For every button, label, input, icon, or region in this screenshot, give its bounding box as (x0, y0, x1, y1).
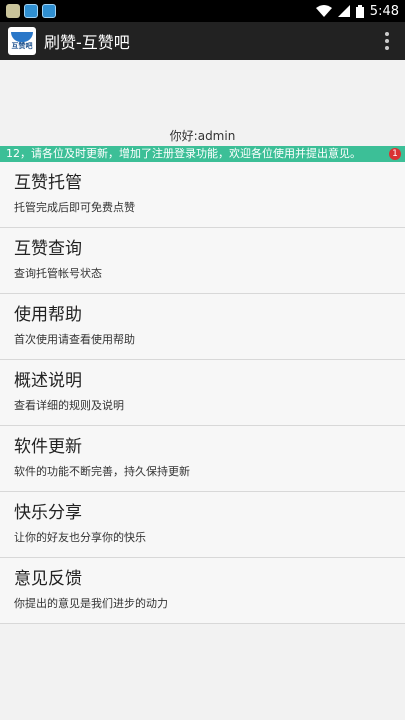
menu-item-title: 互赞托管 (14, 173, 82, 193)
menu-item-subtitle: 托管完成后即可免费点赞 (14, 201, 135, 214)
menu-item-subtitle: 查看详细的规则及说明 (14, 399, 124, 412)
menu-item-subtitle: 首次使用请查看使用帮助 (14, 333, 135, 346)
menu-item-title: 互赞查询 (14, 239, 82, 259)
main-menu: 互赞托管 托管完成后即可免费点赞 互赞查询 查询托管帐号状态 使用帮助 首次使用… (0, 162, 405, 624)
greeting-text: 你好:admin (169, 129, 236, 143)
notice-text: 12，请各位及时更新，增加了注册登录功能，欢迎各位使用并提出意见。 (6, 147, 361, 160)
overflow-menu-icon[interactable] (377, 32, 397, 50)
status-bar: 5:48 (0, 0, 405, 22)
file-notification-icon (6, 4, 20, 18)
app-bar: 互赞吧 刷赞-互赞吧 (0, 22, 405, 60)
menu-item-hosting[interactable]: 互赞托管 托管完成后即可免费点赞 (0, 162, 405, 228)
menu-item-query[interactable]: 互赞查询 查询托管帐号状态 (0, 228, 405, 294)
app-notification-icon (42, 4, 56, 18)
notification-icons (6, 4, 56, 18)
menu-item-share[interactable]: 快乐分享 让你的好友也分享你的快乐 (0, 492, 405, 558)
menu-item-title: 意见反馈 (14, 569, 82, 589)
menu-item-feedback[interactable]: 意见反馈 你提出的意见是我们进步的动力 (0, 558, 405, 624)
menu-item-title: 使用帮助 (14, 305, 82, 325)
notice-badge: 1 (389, 148, 401, 160)
header-area: 你好:admin (0, 60, 405, 146)
app-title: 刷赞-互赞吧 (44, 33, 130, 52)
signal-icon (337, 5, 350, 17)
menu-item-update[interactable]: 软件更新 软件的功能不断完善，持久保持更新 (0, 426, 405, 492)
menu-item-subtitle: 软件的功能不断完善，持久保持更新 (14, 465, 190, 478)
app-logo[interactable]: 互赞吧 (8, 27, 36, 55)
clock: 5:48 (369, 3, 399, 19)
menu-item-title: 概述说明 (14, 371, 82, 391)
menu-item-subtitle: 让你的好友也分享你的快乐 (14, 531, 146, 544)
notice-marquee: 12，请各位及时更新，增加了注册登录功能，欢迎各位使用并提出意见。 1 (0, 146, 405, 162)
app-notification-icon (24, 4, 38, 18)
wifi-icon (315, 5, 332, 17)
menu-item-title: 快乐分享 (14, 503, 82, 523)
menu-item-overview[interactable]: 概述说明 查看详细的规则及说明 (0, 360, 405, 426)
menu-item-subtitle: 你提出的意见是我们进步的动力 (14, 597, 168, 610)
menu-item-help[interactable]: 使用帮助 首次使用请查看使用帮助 (0, 294, 405, 360)
menu-item-title: 软件更新 (14, 437, 82, 457)
battery-icon (355, 4, 364, 18)
menu-item-subtitle: 查询托管帐号状态 (14, 267, 102, 280)
